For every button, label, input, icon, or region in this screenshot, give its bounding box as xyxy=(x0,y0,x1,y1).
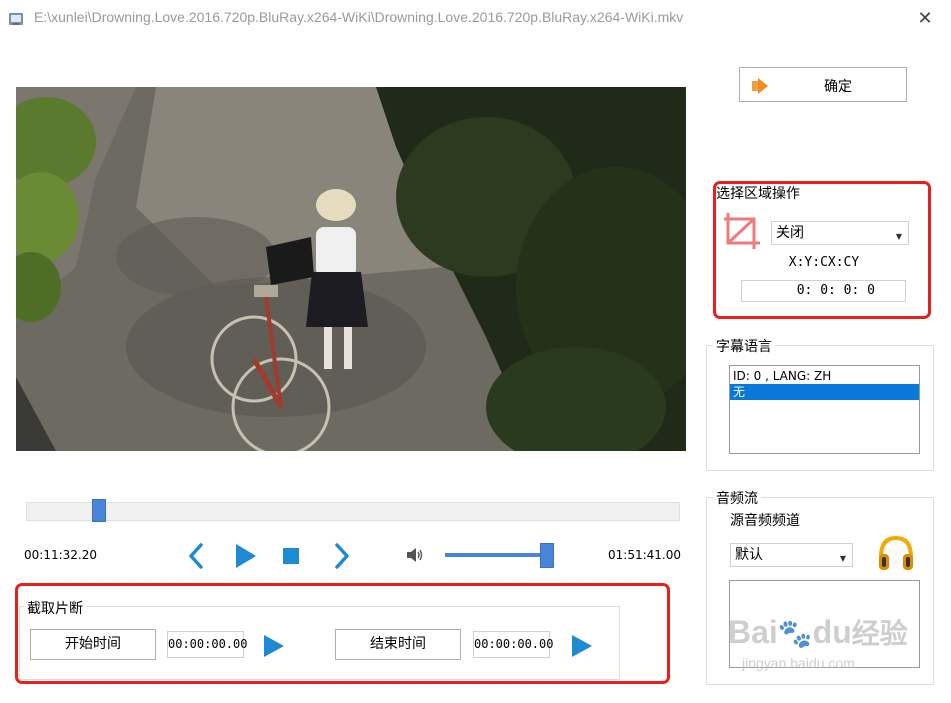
subtitle-list-item-selected[interactable]: 无 xyxy=(730,384,919,400)
start-time-button[interactable]: 开始时间 xyxy=(30,629,156,660)
seek-thumb[interactable] xyxy=(92,499,106,522)
start-time-field[interactable]: 00:00:00.00 xyxy=(167,631,247,658)
current-time: 00:11:32.20 xyxy=(24,548,97,562)
chevron-left-icon xyxy=(189,543,203,569)
play-from-start-button[interactable] xyxy=(262,633,286,659)
clip-title: 截取片断 xyxy=(24,598,86,618)
watermark-brand: Bai xyxy=(728,614,778,650)
window-title: E:\xunlei\Drowning.Love.2016.720p.BluRay… xyxy=(34,9,684,25)
ok-button-label: 确定 xyxy=(824,79,852,95)
audio-channel-select[interactable]: 默认 ▼ xyxy=(730,543,853,567)
audio-title: 音频流 xyxy=(713,488,761,508)
chevron-right-icon xyxy=(335,543,349,569)
watermark-logo: Bai🐾du经验 xyxy=(728,612,908,652)
stop-icon xyxy=(283,548,299,564)
end-time-button[interactable]: 结束时间 xyxy=(335,629,461,660)
app-icon xyxy=(8,11,24,27)
coord-label: X:Y:CX:CY xyxy=(788,255,860,270)
watermark-cn: 经验 xyxy=(851,617,908,650)
subtitle-list-item[interactable]: ID: 0 , LANG: ZH xyxy=(730,368,919,384)
play-from-end-button[interactable] xyxy=(570,633,594,659)
coord-field[interactable]: 0: 0: 0: 0 xyxy=(741,280,906,302)
title-bar: E:\xunlei\Drowning.Love.2016.720p.BluRay… xyxy=(0,0,951,38)
seek-bar[interactable] xyxy=(26,502,680,521)
crop-icon xyxy=(722,211,762,251)
watermark-brand2: du xyxy=(812,614,852,650)
close-button[interactable]: ✕ xyxy=(906,6,944,32)
headphones-icon xyxy=(876,533,916,573)
play-icon xyxy=(572,635,592,657)
volume-thumb[interactable] xyxy=(540,543,554,568)
end-time-field[interactable]: 00:00:00.00 xyxy=(473,631,553,658)
subtitle-title: 字幕语言 xyxy=(713,336,775,356)
audio-channel-value: 默认 xyxy=(735,547,763,563)
total-time: 01:51:41.00 xyxy=(608,548,681,562)
video-frame xyxy=(16,87,686,451)
paw-icon: 🐾 xyxy=(777,618,813,649)
audio-source-label: 源音频频道 xyxy=(730,513,800,529)
play-icon xyxy=(236,544,256,568)
region-mode-select[interactable]: 关闭 ▼ xyxy=(771,221,909,245)
watermark-url: jingyan.baidu.com xyxy=(742,655,855,671)
volume-button[interactable] xyxy=(405,546,425,564)
subtitle-list[interactable]: ID: 0 , LANG: ZH 无 xyxy=(729,365,920,454)
chevron-down-icon: ▼ xyxy=(839,554,846,563)
speaker-icon xyxy=(407,548,423,562)
previous-frame-button[interactable] xyxy=(186,542,206,570)
play-icon xyxy=(264,635,284,657)
chevron-down-icon: ▼ xyxy=(895,232,902,241)
region-mode-value: 关闭 xyxy=(776,225,804,241)
play-button[interactable] xyxy=(234,542,258,570)
next-frame-button[interactable] xyxy=(332,542,352,570)
stop-button[interactable] xyxy=(282,547,300,565)
video-picture xyxy=(16,87,686,451)
ok-button[interactable]: 确定 xyxy=(739,67,907,102)
volume-slider[interactable] xyxy=(445,553,547,557)
